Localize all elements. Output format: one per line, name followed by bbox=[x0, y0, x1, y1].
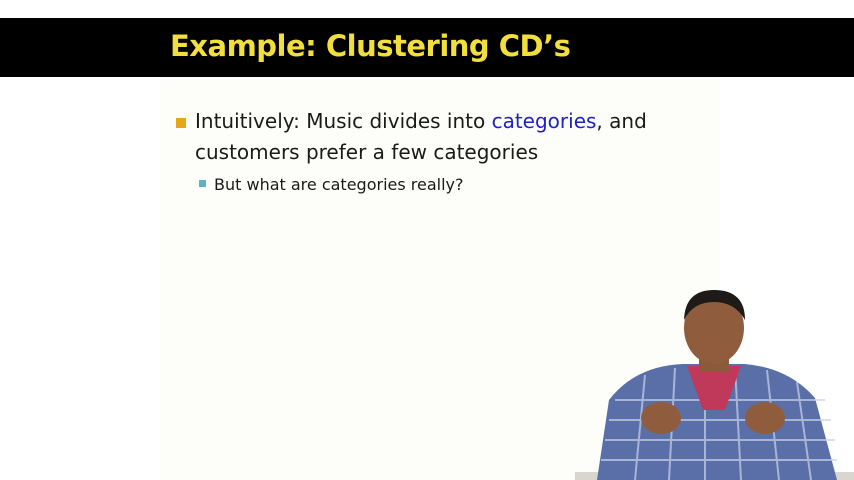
presenter-right-hand bbox=[745, 402, 785, 434]
bullet-text-primary: Intuitively: Music divides into categori… bbox=[195, 106, 715, 168]
lecture-video-frame: Example: Clustering CD’s Intuitively: Mu… bbox=[0, 0, 854, 480]
bullet-marker-primary bbox=[176, 118, 186, 128]
bullet-text-secondary: But what are categories really? bbox=[214, 175, 464, 194]
bullet-text-primary-start: Intuitively: Music divides into bbox=[195, 109, 492, 133]
presenter-figure bbox=[575, 290, 854, 480]
top-margin bbox=[0, 0, 854, 18]
bullet-marker-secondary bbox=[199, 180, 206, 187]
slide-title: Example: Clustering CD’s bbox=[170, 29, 571, 63]
highlighted-term: categories bbox=[491, 109, 597, 133]
presenter-left-hand bbox=[641, 402, 681, 434]
